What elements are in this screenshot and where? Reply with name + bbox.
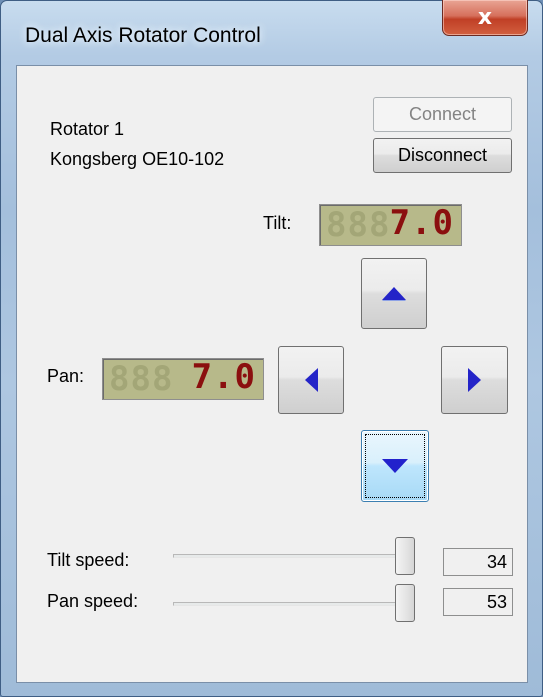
tilt-speed-label: Tilt speed: — [47, 550, 130, 570]
close-button[interactable]: x — [442, 0, 528, 36]
rotator-model: Kongsberg OE10-102 — [50, 149, 225, 169]
pan-speed-value: 53 — [443, 588, 513, 616]
left-arrow-icon — [304, 368, 318, 392]
pan-right-button[interactable] — [441, 346, 508, 414]
tilt-speed-track[interactable] — [173, 554, 413, 558]
tilt-value: 7.0 — [389, 204, 454, 243]
tilt-speed-value: 34 — [443, 548, 513, 576]
tilt-label: Tilt: — [263, 213, 292, 233]
tilt-display-ghost: 888 — [326, 205, 391, 245]
pan-speed-track[interactable] — [173, 602, 413, 606]
pan-display: 888 7.0 — [102, 358, 264, 400]
pan-display-ghost: 888 — [109, 359, 174, 399]
rotator-name: Rotator 1 — [50, 119, 125, 139]
down-arrow-icon — [382, 459, 408, 473]
pan-value: 7.0 — [191, 358, 256, 397]
tilt-display: 888 7.0 — [319, 204, 462, 246]
window-title: Dual Axis Rotator Control — [25, 24, 261, 47]
right-arrow-icon — [468, 368, 481, 392]
rotator-window: Dual Axis Rotator Control x Rotator 1 Ko… — [0, 0, 543, 697]
title-bar[interactable]: Dual Axis Rotator Control x — [1, 0, 543, 65]
disconnect-button[interactable]: Disconnect — [373, 138, 512, 173]
pan-left-button[interactable] — [278, 346, 344, 414]
connect-button[interactable]: Connect — [373, 97, 512, 132]
up-arrow-icon — [382, 287, 406, 300]
tilt-down-button[interactable] — [361, 430, 429, 502]
tilt-speed-slider-thumb[interactable] — [395, 537, 415, 575]
client-area: Rotator 1 Kongsberg OE10-102 Connect Dis… — [16, 65, 528, 683]
pan-speed-slider-thumb[interactable] — [395, 584, 415, 622]
pan-speed-label: Pan speed: — [47, 591, 139, 611]
pan-label: Pan: — [47, 366, 85, 386]
close-icon: x — [477, 5, 493, 30]
tilt-up-button[interactable] — [361, 258, 427, 329]
